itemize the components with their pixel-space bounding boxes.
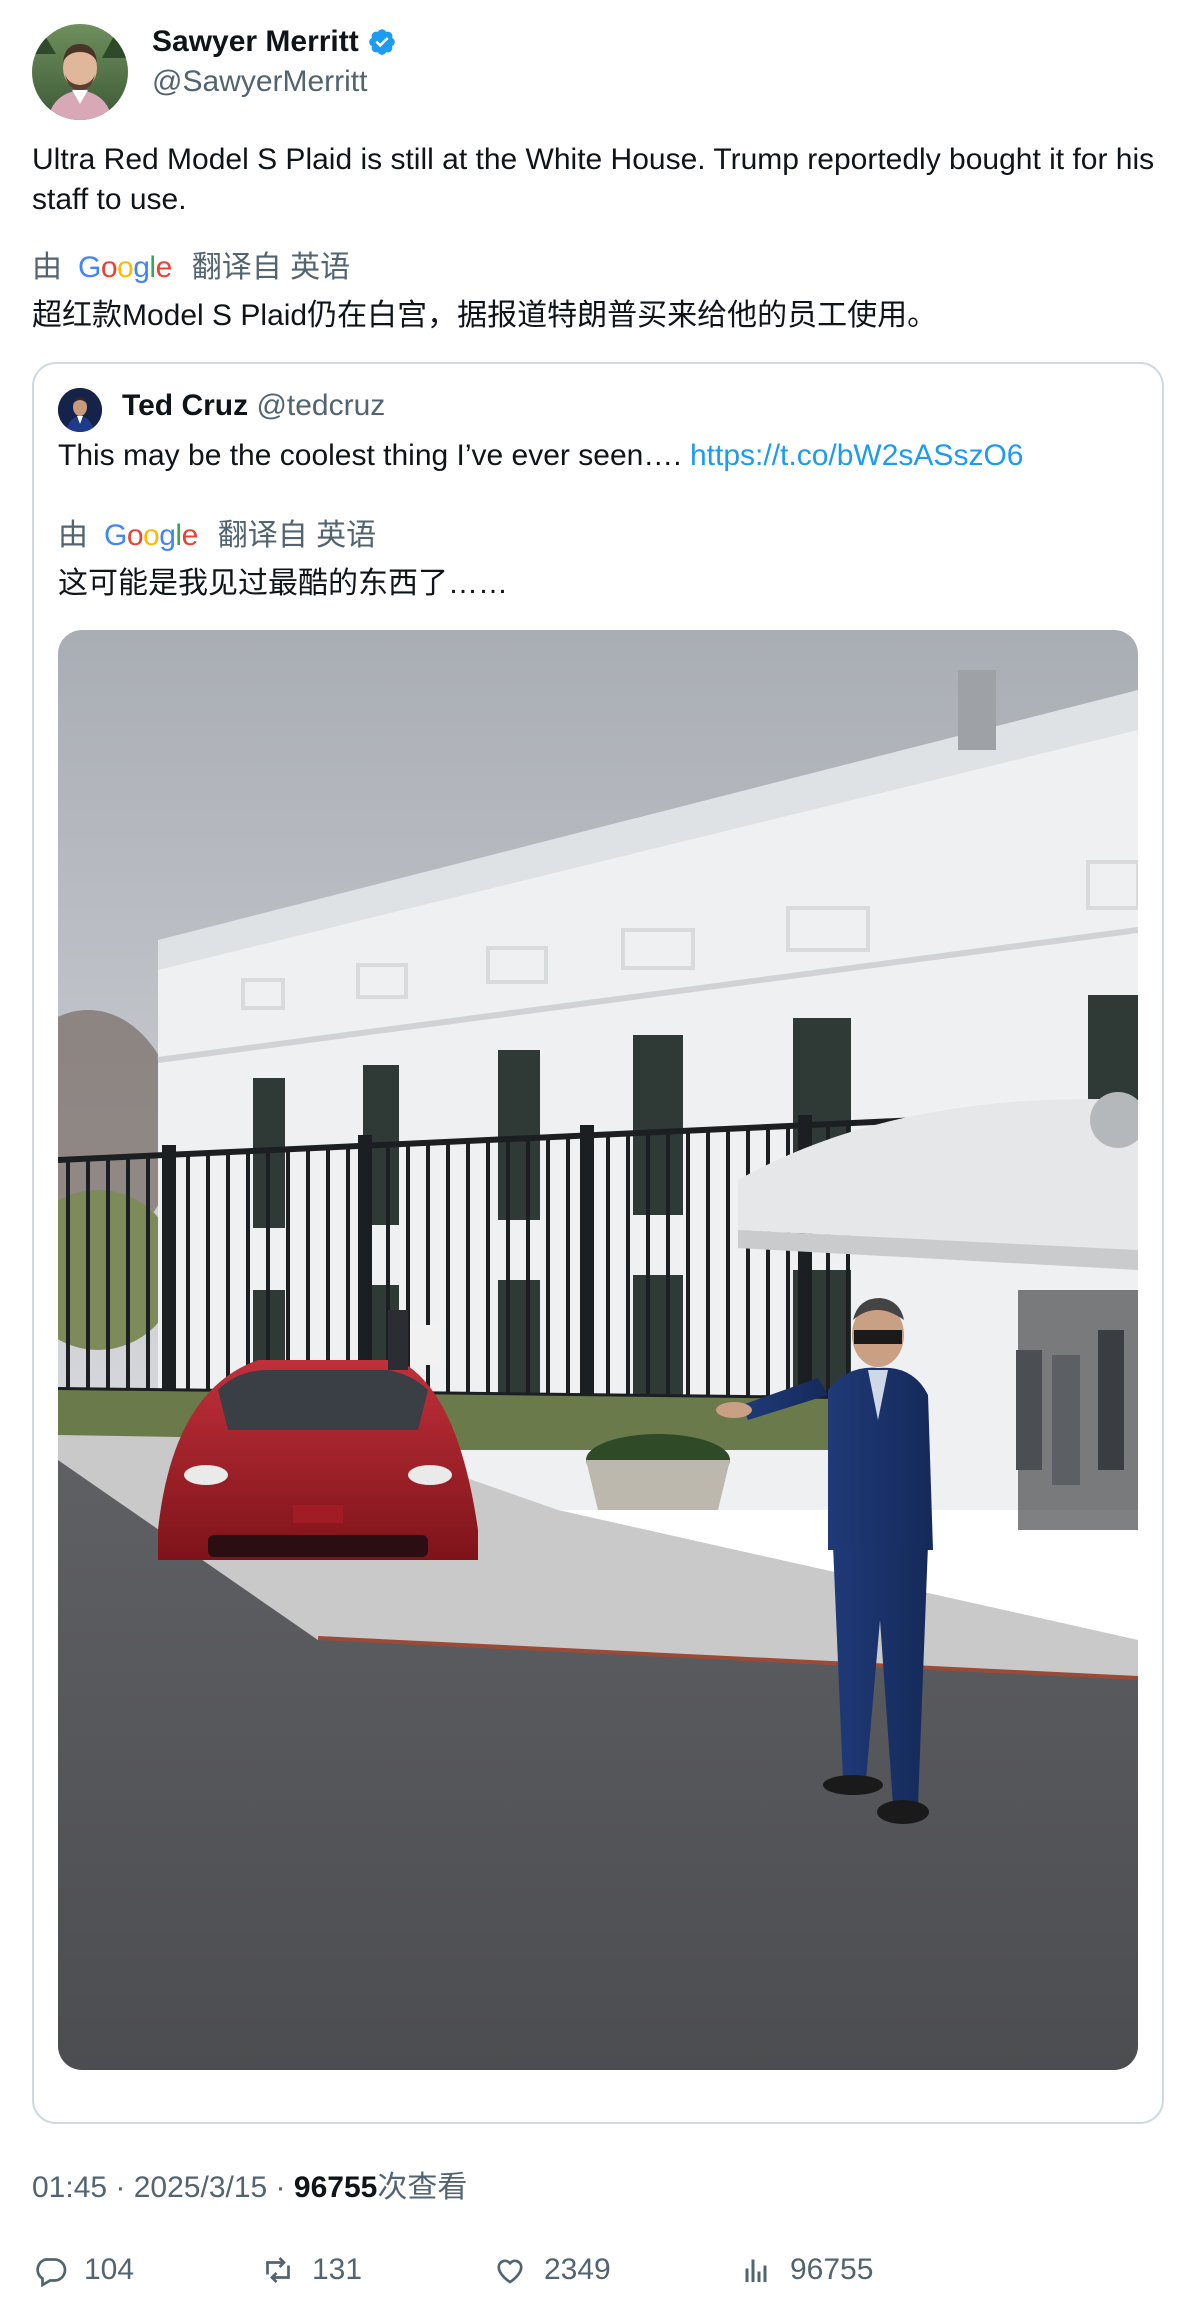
tweet-meta: 01:45 · 2025/3/15 · 96755次查看	[32, 2168, 467, 2208]
quoted-google-logo: Google	[104, 519, 198, 552]
author-handle[interactable]: @SawyerMerritt	[152, 64, 367, 100]
like-count: 2349	[544, 2253, 611, 2286]
translation-label-row: 由 Google 翻译自 英语	[32, 248, 350, 288]
quoted-author-row[interactable]: Ted Cruz @tedcruz	[122, 386, 385, 426]
quoted-translation-from-label: 翻译自 英语	[217, 519, 377, 552]
quoted-author-handle[interactable]: @tedcruz	[256, 389, 385, 422]
author-avatar[interactable]	[32, 24, 128, 120]
verified-badge-icon	[368, 29, 395, 55]
repost-count: 131	[312, 2253, 363, 2286]
quoted-tweet-photo[interactable]	[58, 630, 1138, 2070]
quoted-tweet-card[interactable]: Ted Cruz @tedcruz This may be the cooles…	[32, 362, 1164, 2124]
quoted-tweet-link[interactable]: https://t.co/bW2sASszO6	[690, 439, 1023, 472]
views-button[interactable]: 96755	[738, 2252, 873, 2288]
quoted-translation-by-label: 由	[58, 519, 88, 552]
quoted-translated-text: 这可能是我见过最酷的东西了……	[58, 567, 508, 600]
tweet-date[interactable]: 2025/3/15	[134, 2171, 267, 2204]
repost-icon	[266, 2257, 290, 2283]
translated-text: 超红款Model S Plaid仍在白宫，据报道特朗普买来给他的员工使用。	[32, 299, 938, 332]
tweet: Sawyer Merritt @SawyerMerritt Ultra Red …	[0, 0, 1196, 2320]
meta-separator-2: ·	[267, 2171, 294, 2204]
quoted-author-avatar[interactable]	[58, 388, 102, 432]
tweet-actions: 104 131 2349 96755	[32, 2252, 1162, 2296]
views-icon	[745, 2259, 767, 2282]
tweet-text: Ultra Red Model S Plaid is still at the …	[32, 143, 1155, 216]
quoted-translation-label-row: 由 Google 翻译自 英语	[58, 516, 376, 556]
author-name[interactable]: Sawyer Merritt	[152, 24, 359, 60]
tweet-time[interactable]: 01:45	[32, 2171, 107, 2204]
meta-separator: ·	[107, 2171, 134, 2204]
translation-from-label: 翻译自 英语	[191, 251, 351, 284]
repost-button[interactable]: 131	[260, 2252, 362, 2288]
view-count: 96755	[293, 2171, 378, 2204]
quoted-tweet-text: This may be the coolest thing I’ve ever …	[58, 436, 1138, 476]
reply-icon	[36, 2258, 67, 2288]
quoted-author-name[interactable]: Ted Cruz	[122, 389, 248, 422]
views-label: 次查看	[377, 2171, 468, 2204]
views-action-count: 96755	[790, 2253, 874, 2286]
photo-white-house-tesla	[58, 630, 1138, 2070]
reply-count: 104	[84, 2253, 135, 2286]
google-logo: Google	[78, 251, 172, 284]
like-icon	[497, 2259, 523, 2284]
translation-by-label: 由	[32, 251, 62, 284]
quoted-text-body: This may be the coolest thing I’ve ever …	[58, 439, 682, 472]
author-name-row[interactable]: Sawyer Merritt	[152, 24, 397, 60]
reply-button[interactable]: 104	[32, 2252, 134, 2288]
like-button[interactable]: 2349	[492, 2252, 611, 2288]
